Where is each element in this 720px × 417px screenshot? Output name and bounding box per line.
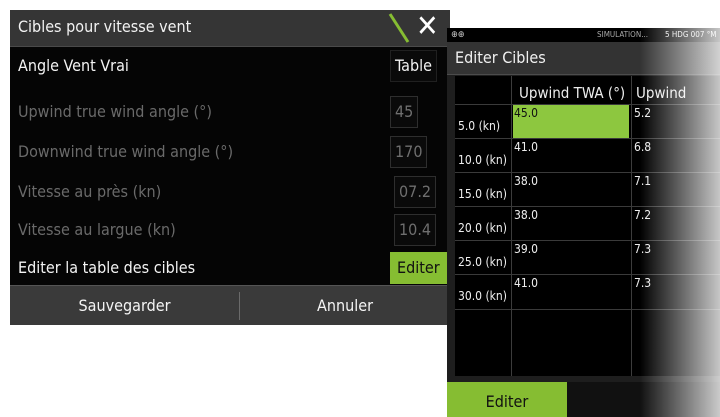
cancel-button[interactable]: Annuler [240, 286, 450, 325]
row-upwind-speed: Vitesse au près (kn) 07.2 [10, 174, 450, 210]
simulation-label: SIMULATION... [597, 30, 649, 39]
table-cell[interactable]: 7.1 [634, 174, 651, 188]
table-cell[interactable]: 38.0 [513, 173, 629, 207]
edit-targets-panel: ⊕⊕ SIMULATION... 5 HDG 007 °M Editer Cib… [447, 28, 720, 417]
table-cell[interactable]: 7.2 [634, 208, 651, 222]
close-icon[interactable]: ✕ [416, 10, 439, 45]
status-icons: ⊕⊕ [451, 30, 465, 40]
table-cell[interactable]: 6.8 [634, 140, 651, 154]
table-row[interactable]: 25.0 (kn) 39.0 7.3 [455, 240, 720, 275]
row-header: 10.0 (kn) [458, 153, 507, 167]
row-header: 20.0 (kn) [458, 221, 507, 235]
row-true-wind-angle[interactable]: Angle Vent Vrai Table [10, 48, 450, 84]
panel-titlebar: Editer Cibles [447, 42, 720, 75]
edit-targets-button[interactable]: Editer [390, 252, 447, 284]
table-cell-selected[interactable]: 45.0 [513, 105, 629, 139]
panel-footer: Editer [447, 382, 720, 417]
row-label: Vitesse au largue (kn) [18, 220, 176, 239]
dialog-titlebar: Cibles pour vitesse vent ✕ [10, 10, 450, 47]
edit-button[interactable]: Editer [447, 382, 567, 417]
row-header: 30.0 (kn) [458, 289, 507, 303]
heading-readout: 5 HDG 007 °M [665, 30, 717, 39]
cell-value: 41.0 [514, 140, 539, 154]
table-row[interactable]: 10.0 (kn) 41.0 6.8 [455, 138, 720, 173]
save-button[interactable]: Sauvegarder [10, 286, 239, 325]
table-cell[interactable]: 7.3 [634, 276, 651, 290]
table-cell[interactable]: 41.0 [513, 139, 629, 173]
row-edit-targets: Editer la table des cibles Editer [10, 250, 450, 286]
row-label: Upwind true wind angle (°) [18, 102, 212, 121]
true-wind-angle-select[interactable]: Table [390, 50, 437, 82]
row-upwind-angle: Upwind true wind angle (°) 45 [10, 94, 450, 130]
column-header-upwind-twa: Upwind TWA (°) [519, 84, 626, 102]
cell-value: 38.0 [514, 208, 539, 222]
panel-title: Editer Cibles [455, 48, 546, 67]
table-row[interactable]: 20.0 (kn) 38.0 7.2 [455, 206, 720, 241]
row-header: 15.0 (kn) [458, 187, 507, 201]
row-downwind-angle: Downwind true wind angle (°) 170 [10, 134, 450, 170]
downwind-angle-field: 170 [390, 136, 428, 168]
table-cell[interactable]: 38.0 [513, 207, 629, 241]
table-cell[interactable]: 41.0 [513, 275, 629, 309]
table-row[interactable]: 30.0 (kn) 41.0 7.3 [455, 274, 720, 310]
table-cell[interactable]: 7.3 [634, 242, 651, 256]
targets-table: Upwind TWA (°) Upwind 5.0 (kn) 45.0 5.2 … [455, 76, 720, 376]
wind-targets-dialog: Cibles pour vitesse vent ✕ Angle Vent Vr… [10, 10, 450, 325]
row-label: Downwind true wind angle (°) [18, 142, 234, 161]
downwind-speed-field: 10.4 [394, 214, 437, 246]
dialog-title: Cibles pour vitesse vent [18, 17, 192, 36]
row-label: Angle Vent Vrai [18, 56, 129, 75]
table-row[interactable]: 5.0 (kn) 45.0 5.2 [455, 104, 720, 139]
cell-value: 45.0 [514, 106, 539, 120]
row-label: Vitesse au près (kn) [18, 182, 162, 201]
accent-slash-icon [388, 13, 410, 43]
row-downwind-speed: Vitesse au largue (kn) 10.4 [10, 212, 450, 248]
upwind-angle-field: 45 [390, 96, 419, 128]
row-header: 5.0 (kn) [458, 119, 501, 133]
table-cell[interactable]: 39.0 [513, 241, 629, 275]
cell-value: 38.0 [514, 174, 539, 188]
upwind-speed-field: 07.2 [394, 176, 437, 208]
dialog-footer: Sauvegarder Annuler [10, 285, 450, 325]
column-header-upwind-speed: Upwind [636, 84, 687, 102]
cell-value: 39.0 [514, 242, 539, 256]
status-bar: ⊕⊕ SIMULATION... 5 HDG 007 °M [447, 28, 720, 42]
row-header: 25.0 (kn) [458, 255, 507, 269]
table-row[interactable]: 15.0 (kn) 38.0 7.1 [455, 172, 720, 207]
cell-value: 41.0 [514, 276, 539, 290]
table-cell[interactable]: 5.2 [634, 106, 651, 120]
row-label: Editer la table des cibles [18, 258, 196, 277]
